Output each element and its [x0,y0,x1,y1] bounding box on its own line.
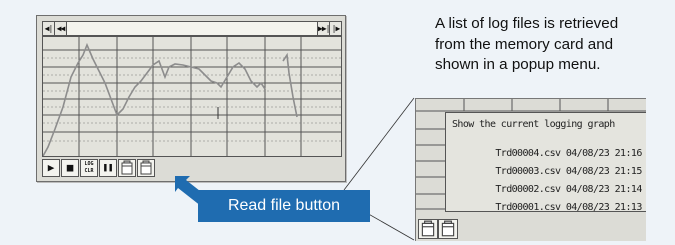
file-name: Trd00001.csv [495,202,561,213]
zoomed-toolbar [418,219,478,239]
trend-line [43,42,266,156]
fast-rewind-icon[interactable]: ◀◀ [55,22,67,35]
play-icon[interactable]: ▶ [42,159,60,177]
trend-line-2 [282,52,298,118]
log-clear-label-top: LOG [84,161,94,167]
read-file-button[interactable] [438,219,458,239]
figure-canvas: ◀| ◀◀ ▶▶| |▶ ▶ ■ LOG CLR ❚❚ Read file bu… [0,0,675,245]
pause-icon[interactable]: ❚❚ [99,159,117,177]
memory-card-icon [441,220,455,237]
skip-to-start-icon[interactable]: ◀| [43,22,55,35]
memory-card-icon [421,220,435,237]
description-line: A list of log files is retrieved [435,15,619,32]
graph-control-toolbar: ▶ ■ LOG CLR ❚❚ [42,158,182,177]
scroll-track[interactable] [67,22,317,35]
zoom-guide-line-top [343,97,415,191]
logging-screen: ◀| ◀◀ ▶▶| |▶ ▶ ■ LOG CLR ❚❚ [36,15,346,182]
play-forward-icon[interactable]: |▶ [329,22,341,35]
log-file-popup-menu[interactable]: Show the current logging graph Trd00004.… [445,112,646,213]
log-file-item[interactable]: Trd00001.csv 04/08/23 21:13 [452,191,642,224]
zoomed-popup-view: Show the current logging graph Trd00004.… [415,98,646,241]
save-file-button[interactable] [418,219,438,239]
description-line: shown in a popup menu. [435,56,601,73]
description-line: from the memory card and [435,35,614,53]
file-date: 04/08/23 [565,202,610,213]
show-current-graph-item[interactable]: Show the current logging graph [452,119,615,130]
read-file-callout: Read file button [198,190,370,222]
stop-icon[interactable]: ■ [61,159,79,177]
memory-card-icon [121,160,133,175]
description-text: A list of log files is retrieved from th… [435,14,660,76]
graph-grid [43,37,341,156]
graph-scroll-bar[interactable]: ◀| ◀◀ ▶▶| |▶ [42,21,342,36]
file-time: 21:13 [614,202,643,213]
memory-card-icon [140,160,152,175]
save-file-button[interactable] [118,159,136,177]
log-clear-button[interactable]: LOG CLR [80,159,98,177]
log-clear-label-bottom: CLR [84,168,94,174]
read-file-button[interactable] [137,159,155,177]
logging-graph [42,36,342,157]
